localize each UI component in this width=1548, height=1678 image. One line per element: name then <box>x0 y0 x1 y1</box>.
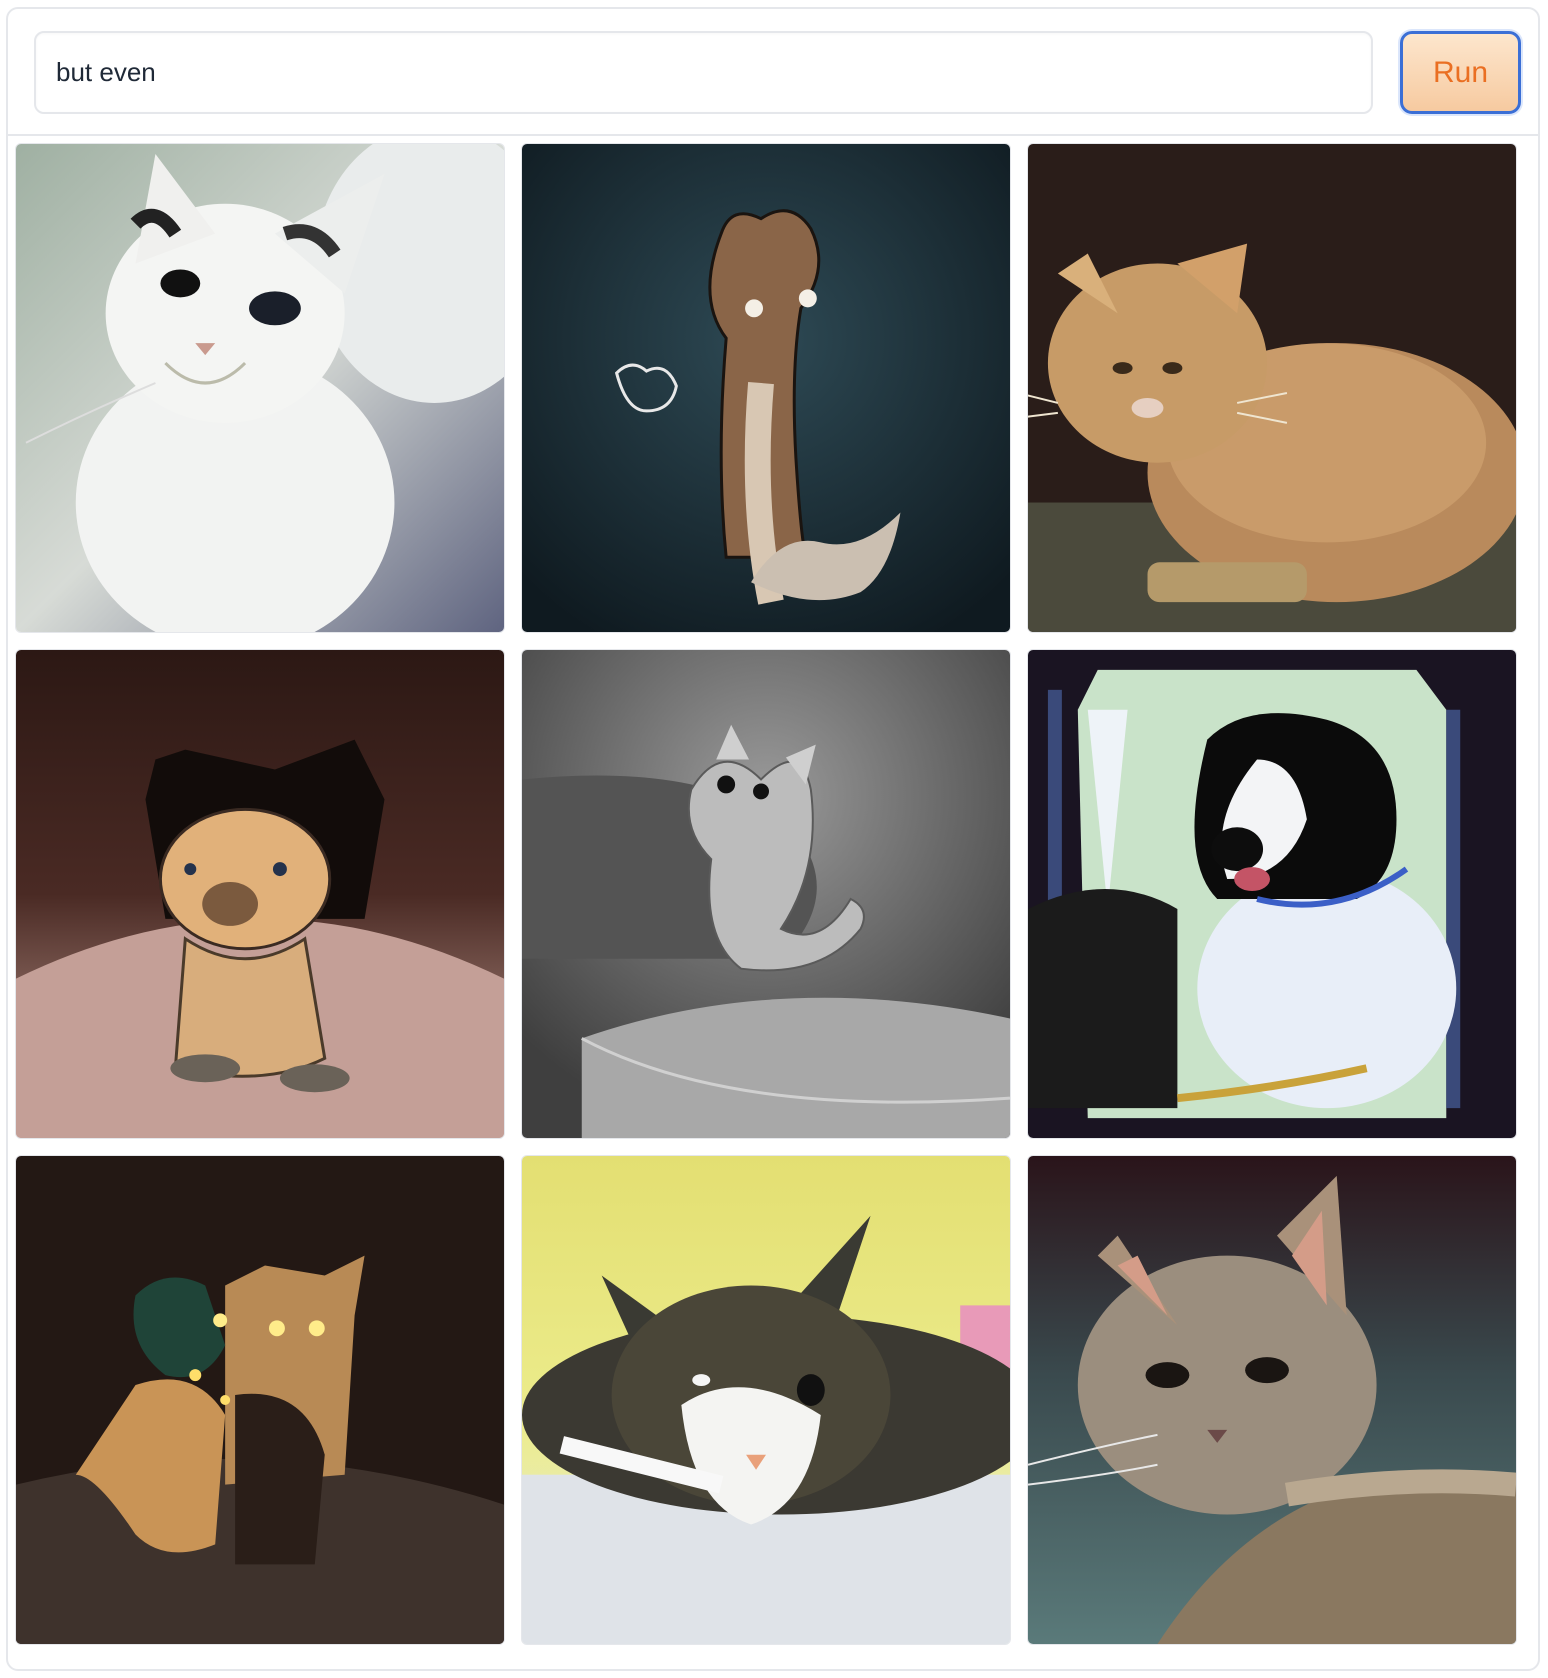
gallery-image-1[interactable] <box>15 143 505 633</box>
white-cat-image <box>16 144 504 632</box>
brown-weasel-image <box>522 144 1010 632</box>
glowing-creatures-image <box>16 1156 504 1644</box>
gallery-image-4[interactable] <box>15 649 505 1139</box>
gallery-image-2[interactable] <box>521 143 1011 633</box>
gallery-image-8[interactable] <box>521 1155 1011 1645</box>
cartoon-kitten-image <box>16 650 504 1138</box>
gallery-image-3[interactable] <box>1027 143 1517 633</box>
orange-tabby-image <box>1028 144 1516 632</box>
image-gallery <box>0 0 1548 1678</box>
gallery-image-5[interactable] <box>521 649 1011 1139</box>
gray-kitten-image <box>1028 1156 1516 1644</box>
tuxedo-cat-image <box>522 1156 1010 1644</box>
gallery-image-6[interactable] <box>1027 649 1517 1139</box>
gallery-image-9[interactable] <box>1027 1155 1517 1645</box>
gallery-image-7[interactable] <box>15 1155 505 1645</box>
dog-cartoon-image <box>1028 650 1516 1138</box>
gray-cat-image <box>522 650 1010 1138</box>
